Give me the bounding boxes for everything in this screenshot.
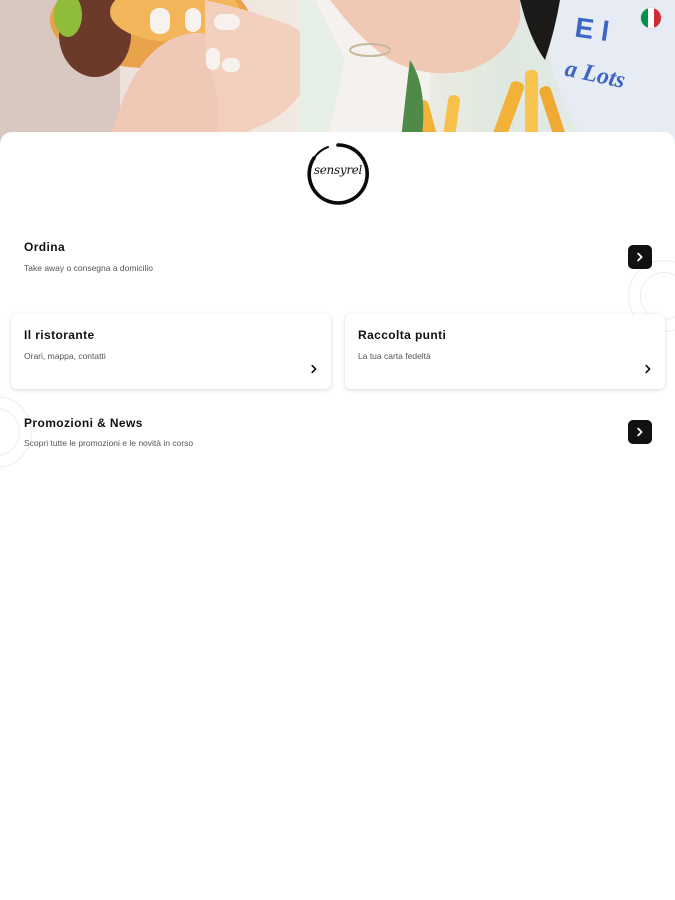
flag-white-stripe <box>647 8 655 28</box>
content-sheet: sensyrel Ordina Take away o consegna a d… <box>0 132 675 900</box>
news-arrow-button[interactable] <box>628 420 652 444</box>
restaurant-card[interactable]: Il ristorante Orari, mappa, contatti <box>11 314 331 389</box>
loyalty-points-card[interactable]: Raccolta punti La tua carta fedeltà <box>345 314 665 389</box>
news-row[interactable]: Promozioni & News Scopri tutte le promoz… <box>10 404 665 464</box>
news-title: Promozioni & News <box>24 416 143 430</box>
hero-image: E l a Lots <box>0 0 675 150</box>
news-subtitle: Scopri tutte le promozioni e le novità i… <box>24 438 194 448</box>
language-flag-button[interactable] <box>641 8 661 28</box>
hero-illustration: E l a Lots <box>0 0 675 150</box>
chevron-right-icon <box>637 252 643 262</box>
order-arrow-button[interactable] <box>628 245 652 269</box>
brand-logo: sensyrel <box>306 142 370 206</box>
chevron-right-icon <box>311 364 317 374</box>
order-title: Ordina <box>24 240 66 254</box>
logo-text: sensyrel <box>313 163 363 177</box>
order-subtitle: Take away o consegna a domicilio <box>24 263 153 273</box>
restaurant-title: Il ristorante <box>24 328 95 342</box>
order-row[interactable]: Ordina Take away o consegna a domicilio <box>10 228 665 290</box>
restaurant-subtitle: Orari, mappa, contatti <box>24 351 106 361</box>
restaurant-chevron <box>309 364 319 374</box>
loyalty-points-subtitle: La tua carta fedeltà <box>358 351 431 361</box>
app-screen: E l a Lots sensyrel Ordina Take away o c… <box>0 0 675 900</box>
chevron-right-icon <box>645 364 651 374</box>
loyalty-points-title: Raccolta punti <box>358 328 447 342</box>
chevron-right-icon <box>637 427 643 437</box>
svg-text:E l: E l <box>573 12 611 47</box>
loyalty-points-chevron <box>643 364 653 374</box>
